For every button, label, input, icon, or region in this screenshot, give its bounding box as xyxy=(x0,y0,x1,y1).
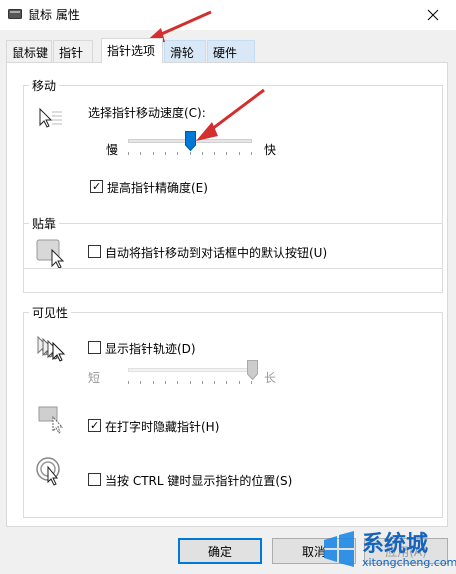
snap-group: 贴靠 自动将指针移动到对话框中的默认按钮(U) xyxy=(23,215,443,293)
speed-slider-ticks xyxy=(128,152,252,158)
snap-group-title: 贴靠 xyxy=(29,215,60,232)
close-icon xyxy=(427,9,439,21)
watermark-url: xitongcheng.com xyxy=(362,556,456,569)
trails-slider-thumb[interactable] xyxy=(247,360,258,381)
slider-tick xyxy=(214,381,215,384)
visibility-group-title: 可见性 xyxy=(29,304,72,321)
watermark: 系统城 xitongcheng.com xyxy=(316,522,456,574)
slider-tick xyxy=(165,381,166,384)
trails-slider-ticks xyxy=(128,381,252,387)
slider-tick xyxy=(202,381,203,384)
slider-tick xyxy=(226,152,227,155)
slow-label: 慢 xyxy=(106,143,119,157)
pointer-trails-icon xyxy=(37,335,66,362)
slider-tick xyxy=(140,381,141,384)
slider-tick xyxy=(226,381,227,384)
slider-tick xyxy=(177,152,178,155)
hide-while-typing-icon xyxy=(38,406,64,434)
slider-tick xyxy=(177,381,178,384)
pointer-speed-icon xyxy=(39,108,62,128)
slider-tick xyxy=(239,152,240,155)
slider-tick xyxy=(165,152,166,155)
window-title: 鼠标 属性 xyxy=(28,8,80,22)
tab-pointers[interactable]: 指针 xyxy=(53,40,93,62)
snap-label: 自动将指针移动到对话框中的默认按钮(U) xyxy=(105,246,328,260)
slider-tick xyxy=(251,381,252,384)
show-pointer-location-icon xyxy=(36,457,60,486)
slider-tick xyxy=(190,381,191,384)
precision-label: 提高指针精确度(E) xyxy=(107,181,208,195)
mouse-properties-icon xyxy=(8,9,22,19)
slider-tick xyxy=(128,381,129,384)
long-label: 长 xyxy=(264,371,277,385)
check-icon: ✓ xyxy=(92,180,102,193)
ok-button[interactable]: 确定 xyxy=(178,538,262,564)
tab-buttons[interactable]: 鼠标键 xyxy=(6,40,52,62)
precision-checkbox[interactable]: ✓ xyxy=(90,180,103,193)
slider-tick xyxy=(153,381,154,384)
check-icon: ✓ xyxy=(90,419,100,432)
visibility-group: 可见性 显示指针轨迹(D) 短 长 ✓ 在打字时隐藏指针(H) 当按 CTRL … xyxy=(23,304,443,518)
slider-tick xyxy=(202,152,203,155)
show-location-label: 当按 CTRL 键时显示指针的位置(S) xyxy=(105,474,293,488)
slider-tick xyxy=(128,152,129,155)
hide-typing-checkbox[interactable]: ✓ xyxy=(88,419,101,432)
title-bar: 鼠标 属性 xyxy=(0,0,456,30)
motion-group-title: 移动 xyxy=(29,77,60,94)
trails-checkbox[interactable] xyxy=(88,341,101,354)
hide-typing-label: 在打字时隐藏指针(H) xyxy=(105,420,220,434)
tab-pointer-options[interactable]: 指针选项 xyxy=(101,38,163,63)
slider-tick xyxy=(239,381,240,384)
snap-checkbox[interactable] xyxy=(88,245,101,258)
annotation-arrow-icon xyxy=(196,88,265,141)
slider-tick xyxy=(190,152,191,155)
close-button[interactable] xyxy=(410,0,456,30)
slider-tick xyxy=(140,152,141,155)
trails-slider-track[interactable] xyxy=(128,368,252,372)
watermark-brand: 系统城 xyxy=(362,532,429,557)
short-label: 短 xyxy=(88,371,101,385)
trails-label: 显示指针轨迹(D) xyxy=(105,342,196,356)
slider-tick xyxy=(251,152,252,155)
tab-panel: 移动 选择指针移动速度(C): 慢 快 ✓ 提高指针精确度(E) 贴靠 自动将指… xyxy=(6,62,448,527)
slider-tick xyxy=(153,152,154,155)
snap-to-button-icon xyxy=(36,239,65,268)
windows-logo-icon xyxy=(324,531,354,567)
slider-tick xyxy=(214,152,215,155)
show-location-checkbox[interactable] xyxy=(88,473,101,486)
